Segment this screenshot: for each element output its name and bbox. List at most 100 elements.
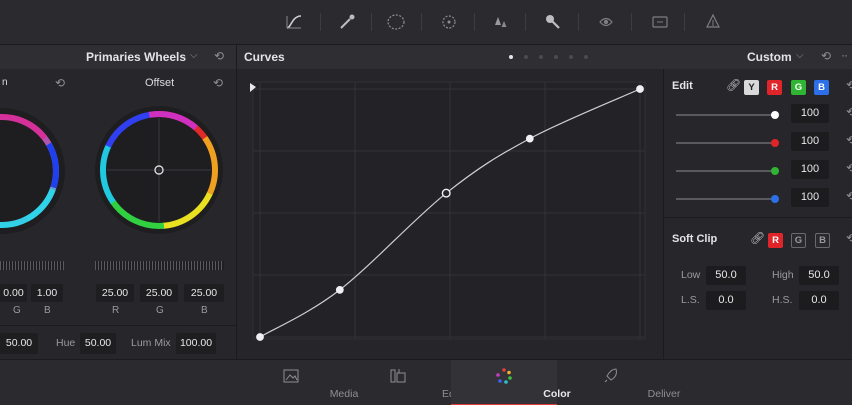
deliver-rocket-icon — [604, 368, 617, 383]
edit-slider-track[interactable] — [676, 198, 776, 200]
reset-icon[interactable]: ⟲ — [846, 161, 852, 175]
high-field[interactable]: 50.0 — [799, 266, 839, 285]
reset-icon[interactable]: ⟲ — [846, 189, 852, 203]
3d-icon[interactable] — [703, 12, 723, 32]
contrast-field[interactable]: 50.00 — [0, 333, 38, 354]
curves-icon[interactable] — [284, 12, 304, 32]
page-dot-active[interactable] — [509, 55, 513, 59]
more-options-icon[interactable]: ·· — [841, 48, 848, 62]
offset-color-wheel[interactable] — [93, 104, 225, 236]
curves-panel — [237, 69, 663, 359]
reset-icon[interactable]: ⟲ — [821, 49, 831, 63]
channel-r-button[interactable]: R — [767, 80, 782, 95]
page-dot[interactable] — [584, 55, 588, 59]
link-icon[interactable]: 🔗︎ — [726, 78, 741, 92]
curve-control-point[interactable] — [256, 333, 264, 341]
sizing-icon[interactable] — [596, 12, 616, 32]
hs-field[interactable]: 0.0 — [799, 291, 839, 310]
curve-control-point[interactable] — [441, 188, 451, 198]
offset-g-field[interactable]: 25.00 — [140, 284, 178, 302]
soft-clip-title: Soft Clip — [672, 233, 718, 245]
media-icon — [283, 369, 298, 383]
hs-label: H.S. — [772, 294, 793, 306]
page-edit[interactable]: Edit — [344, 360, 460, 405]
offset-wheel-title: Offset — [145, 77, 175, 89]
hue-field[interactable]: 50.00 — [80, 333, 116, 354]
offset-b-field[interactable]: 25.00 — [184, 284, 224, 302]
lum-mix-field[interactable]: 100.00 — [176, 333, 216, 354]
softclip-g-button[interactable]: G — [791, 233, 806, 248]
edit-slider-value[interactable]: 100 — [791, 104, 829, 123]
edit-slider-handle[interactable] — [771, 111, 779, 119]
edit-slider-value[interactable]: 100 — [791, 160, 829, 179]
edit-slider-track[interactable] — [676, 170, 776, 172]
low-field[interactable]: 50.0 — [706, 266, 746, 285]
page-deliver[interactable]: Deliver — [557, 360, 680, 405]
edit-slider-track[interactable] — [676, 142, 776, 144]
edit-page-icon — [390, 369, 405, 383]
reset-icon[interactable]: ⟲ — [846, 133, 852, 147]
page-dot[interactable] — [524, 55, 528, 59]
reset-icon[interactable]: ⟲ — [55, 76, 65, 90]
softclip-r-button[interactable]: R — [768, 233, 783, 248]
value-field[interactable]: 0.00 — [0, 284, 27, 302]
chevron-down-icon[interactable]: ⌵ — [796, 50, 804, 61]
curve-control-point[interactable] — [636, 85, 644, 93]
page-media[interactable]: Media — [237, 360, 358, 405]
color-wheel[interactable] — [0, 105, 72, 240]
reset-icon[interactable]: ⟲ — [846, 105, 852, 119]
color-toolbar — [0, 0, 852, 45]
page-color[interactable]: Color — [451, 360, 571, 405]
edit-title: Edit — [672, 80, 693, 92]
link-icon[interactable]: 🔗︎ — [750, 231, 765, 245]
page-dot[interactable] — [539, 55, 543, 59]
blur-icon[interactable] — [491, 12, 511, 32]
value-field[interactable]: 1.00 — [31, 284, 63, 302]
color-page-icon — [496, 368, 512, 384]
channel-y-button[interactable]: Y — [744, 80, 759, 95]
channel-b-button[interactable]: B — [814, 80, 829, 95]
master-wheel-offset[interactable] — [95, 261, 224, 270]
edit-panel: Edit 🔗︎ Y R G B ⟲ 100 ⟲ 100 ⟲ 100 ⟲ 100 ⟲ Soft … — [663, 69, 852, 359]
channel-label: G — [156, 305, 164, 316]
edit-slider-handle[interactable] — [771, 139, 779, 147]
chevron-down-icon[interactable]: ⌵ — [190, 50, 198, 61]
edit-slider-value[interactable]: 100 — [791, 188, 829, 207]
reset-icon[interactable]: ⟲ — [214, 49, 224, 63]
reset-icon[interactable]: ⟲ — [213, 76, 223, 90]
edit-slider-track[interactable] — [676, 114, 776, 116]
page-dot[interactable] — [554, 55, 558, 59]
high-label: High — [772, 269, 794, 281]
ls-field[interactable]: 0.0 — [706, 291, 746, 310]
hue-label: Hue — [56, 337, 76, 349]
master-wheel-left[interactable] — [0, 261, 64, 270]
reset-icon[interactable]: ⟲ — [846, 78, 852, 92]
primaries-wheels-panel: n ⟲ Offset ⟲ 0.00 1.00 G B 25.00 25.00 2… — [0, 69, 237, 359]
custom-curve-editor[interactable] — [237, 69, 663, 359]
resolve-color-page: Primaries Wheels ⌵ ⟲ Curves Custom ⌵ ⟲ ·… — [0, 0, 852, 405]
primaries-mode-label[interactable]: Primaries Wheels — [86, 50, 186, 64]
curves-mode-label[interactable]: Custom — [747, 50, 792, 64]
eyedropper-icon[interactable] — [337, 12, 357, 32]
info-icon[interactable] — [650, 12, 670, 32]
window-icon[interactable] — [386, 12, 406, 32]
offset-r-field[interactable]: 25.00 — [96, 284, 134, 302]
page-navigation: Media Edit Color Deliver — [0, 359, 852, 405]
curves-header: Curves Custom ⌵ ⟲ ·· — [237, 45, 852, 70]
curve-control-point[interactable] — [335, 285, 344, 294]
key-icon[interactable] — [543, 12, 563, 32]
softclip-b-button[interactable]: B — [815, 233, 830, 248]
reset-icon[interactable]: ⟲ — [846, 231, 852, 245]
page-dot[interactable] — [569, 55, 573, 59]
low-label: Low — [681, 269, 701, 281]
edit-slider-handle[interactable] — [771, 195, 779, 203]
channel-label: B — [201, 305, 208, 316]
ls-label: L.S. — [681, 294, 700, 306]
tracker-icon[interactable] — [439, 12, 459, 32]
lum-mix-label: Lum Mix — [131, 337, 171, 349]
channel-label: G — [13, 305, 21, 316]
edit-slider-value[interactable]: 100 — [791, 132, 829, 151]
edit-slider-handle[interactable] — [771, 167, 779, 175]
channel-g-button[interactable]: G — [791, 80, 806, 95]
curve-control-point[interactable] — [525, 134, 534, 143]
